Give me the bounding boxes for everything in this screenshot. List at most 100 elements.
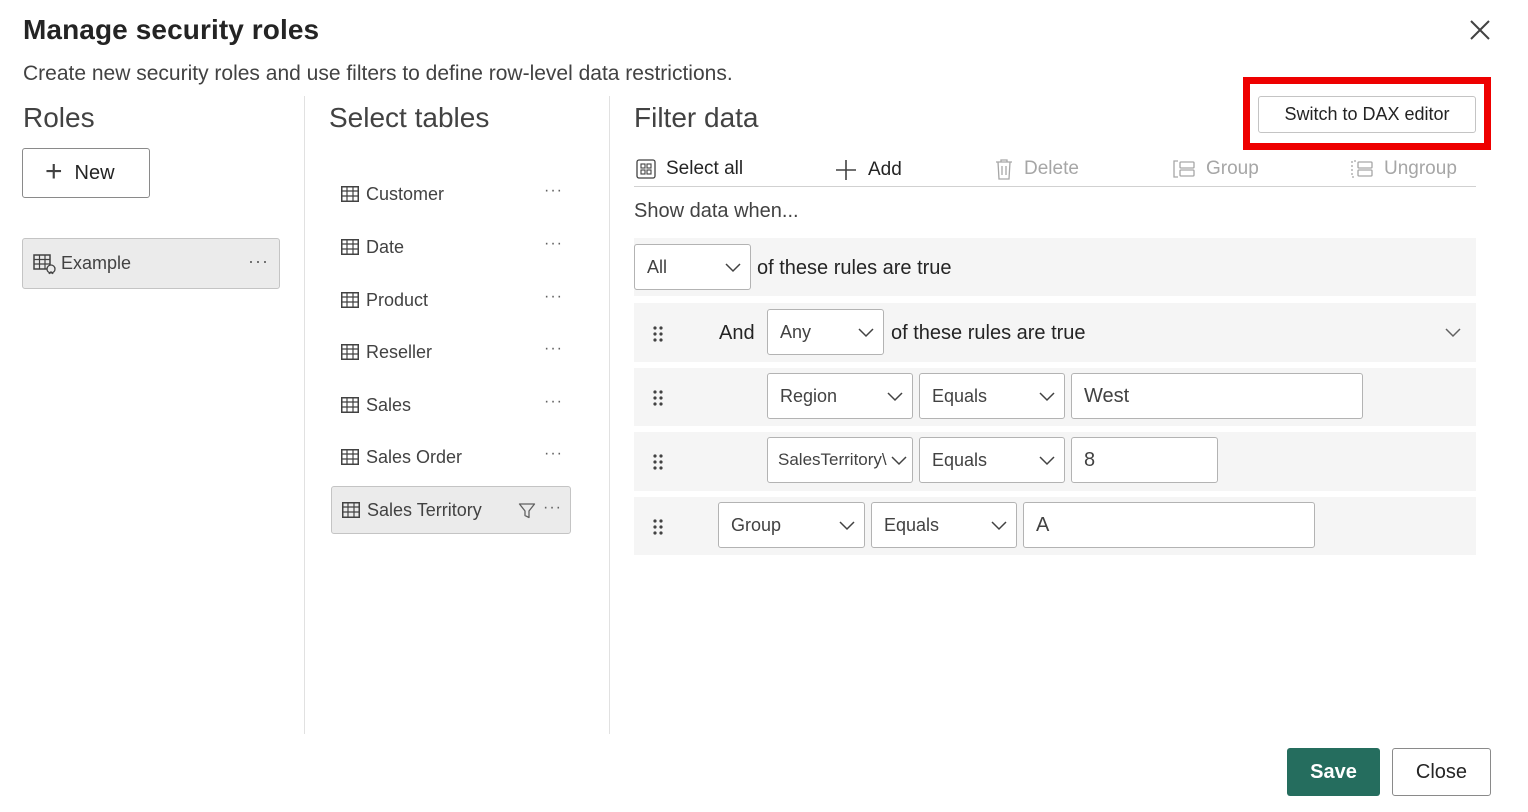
delete-label: Delete — [1024, 158, 1079, 179]
table-item-label: Customer — [366, 183, 445, 204]
dialog-title: Manage security roles — [23, 14, 320, 45]
select-all-label: Select all — [666, 158, 744, 179]
field-dropdown-group[interactable]: Group — [718, 502, 865, 548]
value-input-salesterritory[interactable]: 8 — [1071, 437, 1218, 483]
group-icon — [1173, 160, 1195, 178]
table-icon — [342, 502, 360, 518]
chevron-down-icon — [991, 521, 1007, 531]
dialog-subtitle: Create new security roles and use filter… — [23, 62, 733, 85]
group-rules-true-label: of these rules are true — [891, 322, 1086, 344]
new-role-button[interactable]: + New — [22, 148, 150, 198]
chevron-down-icon — [1039, 456, 1055, 466]
column-divider — [609, 96, 610, 734]
select-all-icon — [636, 159, 656, 179]
chevron-down-icon — [891, 456, 907, 466]
save-button[interactable]: Save — [1287, 748, 1380, 796]
filter-heading: Filter data — [634, 102, 759, 133]
group-quantifier-value: Any — [780, 321, 812, 342]
operator-value: Equals — [932, 385, 988, 406]
operator-value: Equals — [884, 514, 940, 535]
delete-button[interactable]: Delete — [994, 158, 1079, 180]
ungroup-button[interactable]: Ungroup — [1350, 158, 1457, 180]
table-item-label: Sales Territory — [367, 499, 482, 520]
drag-handle-icon[interactable] — [652, 452, 664, 472]
trash-icon — [996, 159, 1012, 180]
operator-dropdown-region[interactable]: Equals — [919, 373, 1065, 419]
group-rule-row: And Any of these rules are true — [634, 303, 1476, 362]
table-item-sales[interactable]: Sales ··· — [331, 381, 571, 429]
more-options-icon[interactable]: ··· — [544, 235, 563, 253]
roles-heading: Roles — [23, 102, 95, 133]
field-value: SalesTerritory\ — [778, 450, 887, 469]
chevron-down-icon — [858, 328, 874, 338]
add-label: Add — [868, 159, 902, 180]
more-options-icon[interactable]: ··· — [544, 393, 563, 411]
collapse-chevron-icon[interactable] — [1444, 326, 1462, 338]
field-dropdown-region[interactable]: Region — [767, 373, 913, 419]
table-item-label: Reseller — [366, 341, 433, 362]
table-icon — [341, 344, 359, 360]
chevron-down-icon — [887, 392, 903, 402]
more-options-icon[interactable]: ··· — [248, 251, 269, 272]
table-icon — [341, 292, 359, 308]
table-item-reseller[interactable]: Reseller ··· — [331, 328, 571, 376]
value-input-group[interactable]: A — [1023, 502, 1315, 548]
quantifier-dropdown[interactable]: All — [634, 244, 751, 290]
tables-heading: Select tables — [329, 102, 490, 133]
table-item-product[interactable]: Product ··· — [331, 276, 571, 324]
table-icon — [341, 186, 359, 202]
plus-icon: + — [45, 154, 63, 188]
group-label: Group — [1206, 158, 1259, 179]
rule-row-region: Region Equals West — [634, 368, 1476, 426]
quantifier-value: All — [647, 256, 668, 277]
switch-to-dax-editor-button[interactable]: Switch to DAX editor — [1258, 96, 1476, 133]
more-options-icon[interactable]: ··· — [544, 182, 563, 200]
field-dropdown-salesterritory[interactable]: SalesTerritory\ — [767, 437, 913, 483]
role-item-example[interactable]: Example ··· — [22, 238, 280, 289]
table-item-customer[interactable]: Customer ··· — [331, 170, 571, 218]
table-item-date[interactable]: Date ··· — [331, 223, 571, 271]
role-table-icon — [33, 253, 56, 274]
more-options-icon[interactable]: ··· — [544, 340, 563, 358]
operator-value: Equals — [932, 449, 988, 470]
close-button[interactable]: Close — [1392, 748, 1491, 796]
more-options-icon[interactable]: ··· — [544, 445, 563, 463]
table-icon — [341, 397, 359, 413]
show-data-when-label: Show data when... — [634, 200, 799, 222]
chevron-down-icon — [725, 263, 741, 273]
operator-dropdown-salesterritory[interactable]: Equals — [919, 437, 1065, 483]
select-all-button[interactable]: Select all — [636, 158, 743, 180]
table-item-sales-territory[interactable]: Sales Territory ··· — [331, 486, 571, 534]
new-role-label: New — [74, 161, 115, 184]
table-item-sales-order[interactable]: Sales Order ··· — [331, 433, 571, 481]
group-quantifier-dropdown[interactable]: Any — [767, 309, 884, 355]
rule-row-salesterritory: SalesTerritory\ Equals 8 — [634, 432, 1476, 491]
drag-handle-icon[interactable] — [652, 517, 664, 537]
table-item-label: Product — [366, 289, 429, 310]
rule-row-group: Group Equals A — [634, 497, 1476, 555]
field-value: Group — [731, 514, 782, 535]
more-options-icon[interactable]: ··· — [543, 499, 562, 517]
field-value: Region — [780, 385, 838, 406]
table-icon — [341, 239, 359, 255]
close-icon[interactable] — [1466, 16, 1494, 44]
column-divider — [304, 96, 305, 734]
add-button[interactable]: Add — [834, 158, 902, 182]
more-options-icon[interactable]: ··· — [544, 288, 563, 306]
table-item-label: Sales Order — [366, 446, 463, 467]
drag-handle-icon[interactable] — [652, 324, 664, 344]
chevron-down-icon — [1039, 392, 1055, 402]
drag-handle-icon[interactable] — [652, 388, 664, 408]
value-input-region[interactable]: West — [1071, 373, 1363, 419]
ungroup-icon — [1351, 160, 1373, 178]
table-item-label: Sales — [366, 394, 412, 415]
plus-icon — [836, 160, 856, 180]
group-button[interactable]: Group — [1172, 158, 1259, 180]
chevron-down-icon — [839, 521, 855, 531]
operator-dropdown-group[interactable]: Equals — [871, 502, 1017, 548]
rules-true-label: of these rules are true — [757, 257, 952, 279]
filter-toolbar: Select all Add Delete Group Ungroup — [634, 155, 1476, 187]
top-rule-row: All of these rules are true — [634, 238, 1476, 296]
table-item-label: Date — [366, 236, 405, 257]
ungroup-label: Ungroup — [1384, 158, 1457, 179]
